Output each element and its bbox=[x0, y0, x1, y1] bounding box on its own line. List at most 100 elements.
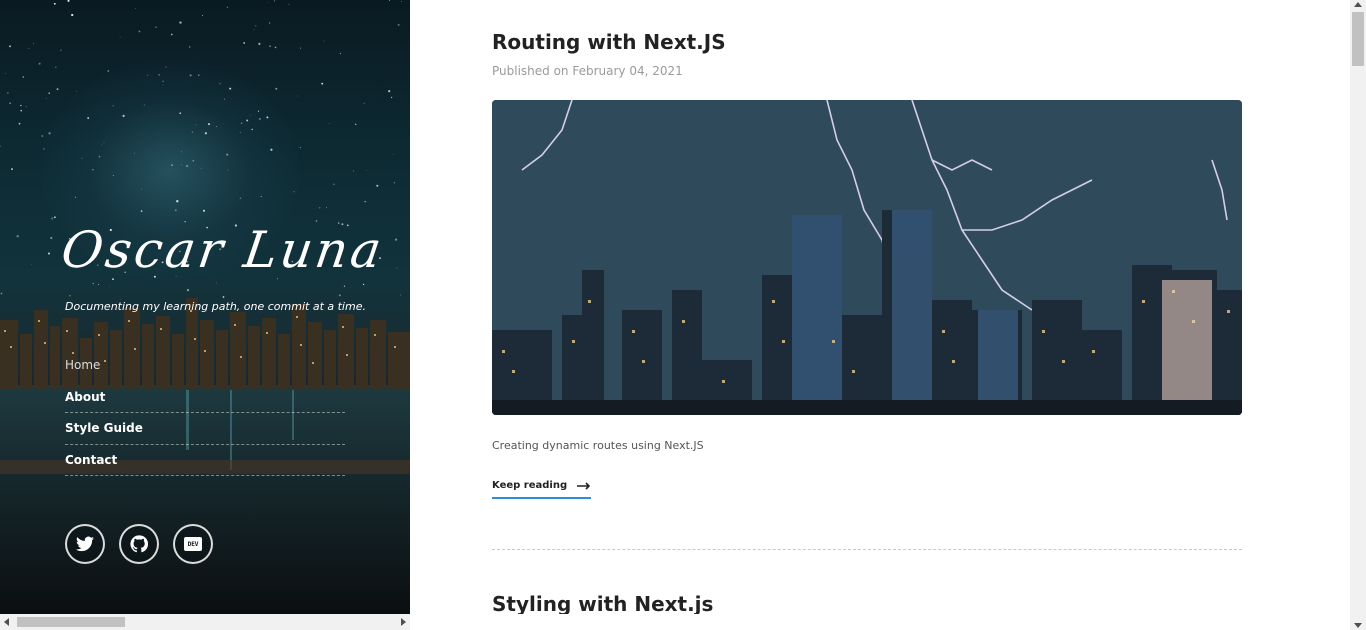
star bbox=[0, 145, 1, 147]
star bbox=[275, 87, 278, 90]
star bbox=[388, 90, 391, 93]
star bbox=[352, 170, 355, 172]
star bbox=[28, 48, 30, 49]
star bbox=[396, 267, 398, 269]
post-card: Routing with Next.JS Published on Februa… bbox=[492, 28, 1242, 499]
star bbox=[258, 42, 261, 46]
main-nav: Home About Style Guide Contact bbox=[65, 350, 345, 476]
twitter-link[interactable] bbox=[65, 524, 105, 564]
star bbox=[300, 47, 301, 49]
nav-item-contact[interactable]: Contact bbox=[65, 445, 345, 476]
star bbox=[41, 135, 44, 137]
star bbox=[216, 126, 217, 127]
star bbox=[364, 200, 366, 203]
nav-item-about[interactable]: About bbox=[65, 382, 345, 413]
star bbox=[255, 25, 257, 27]
star bbox=[219, 83, 221, 85]
star bbox=[339, 52, 342, 55]
star bbox=[140, 210, 143, 212]
star bbox=[176, 200, 179, 203]
star bbox=[390, 96, 393, 99]
star bbox=[179, 21, 182, 24]
scroll-thumb[interactable] bbox=[1352, 12, 1364, 66]
star bbox=[48, 92, 50, 94]
star bbox=[170, 33, 173, 36]
star bbox=[9, 102, 11, 105]
star bbox=[267, 1, 269, 3]
scroll-up-arrow-icon[interactable] bbox=[1354, 2, 1362, 7]
star bbox=[11, 168, 13, 171]
star bbox=[393, 153, 394, 155]
star bbox=[122, 114, 125, 118]
star bbox=[50, 236, 53, 240]
star bbox=[355, 123, 357, 125]
star bbox=[200, 167, 202, 169]
star bbox=[112, 175, 114, 177]
star bbox=[53, 2, 56, 5]
scroll-down-arrow-icon[interactable] bbox=[1354, 623, 1362, 628]
star bbox=[328, 123, 330, 124]
star bbox=[266, 116, 269, 119]
star bbox=[119, 36, 121, 38]
twitter-icon bbox=[76, 536, 94, 552]
star bbox=[55, 66, 57, 68]
site-logo[interactable]: Oscar Luna bbox=[57, 214, 388, 286]
star bbox=[333, 183, 335, 186]
star bbox=[87, 117, 90, 120]
scroll-left-arrow-icon[interactable] bbox=[4, 618, 9, 626]
star bbox=[9, 45, 11, 48]
star bbox=[98, 155, 101, 158]
post-cover-image[interactable] bbox=[492, 100, 1242, 415]
star bbox=[174, 209, 177, 212]
star bbox=[258, 117, 261, 120]
star bbox=[60, 49, 62, 51]
github-icon bbox=[130, 535, 148, 553]
github-link[interactable] bbox=[119, 524, 159, 564]
star bbox=[323, 40, 325, 42]
star bbox=[103, 141, 105, 143]
star bbox=[229, 87, 232, 90]
star bbox=[134, 152, 135, 154]
post-date: Published on February 04, 2021 bbox=[492, 64, 683, 78]
star bbox=[81, 157, 83, 159]
star bbox=[109, 286, 110, 288]
star bbox=[101, 144, 103, 146]
star bbox=[135, 7, 136, 9]
nav-item-home[interactable]: Home bbox=[65, 350, 345, 382]
star bbox=[181, 151, 183, 153]
keep-reading-link[interactable]: Keep reading bbox=[492, 480, 592, 499]
star bbox=[268, 22, 271, 24]
site-tagline: Documenting my learning path, one commit… bbox=[65, 300, 366, 313]
star bbox=[394, 238, 398, 241]
star bbox=[376, 184, 379, 187]
vertical-scrollbar[interactable] bbox=[1350, 0, 1366, 630]
star bbox=[191, 131, 194, 133]
sidebar: Oscar Luna Documenting my learning path,… bbox=[0, 0, 410, 614]
star bbox=[74, 196, 76, 198]
scroll-thumb-horizontal[interactable] bbox=[17, 617, 125, 627]
star bbox=[192, 159, 195, 162]
star bbox=[56, 88, 59, 90]
star bbox=[71, 13, 74, 17]
star bbox=[162, 80, 165, 83]
post-title[interactable]: Routing with Next.JS bbox=[492, 28, 1242, 56]
star bbox=[401, 1, 402, 2]
horizontal-scrollbar[interactable] bbox=[0, 614, 410, 630]
star bbox=[195, 124, 197, 125]
star bbox=[165, 66, 167, 68]
star bbox=[171, 164, 173, 167]
star bbox=[162, 84, 164, 86]
post-title[interactable]: Styling with Next.js bbox=[492, 590, 1242, 614]
star bbox=[198, 74, 200, 76]
star bbox=[239, 131, 241, 133]
arrow-right-icon bbox=[577, 481, 591, 490]
star bbox=[43, 148, 45, 150]
star bbox=[257, 110, 260, 112]
dev-link[interactable]: DEV bbox=[173, 524, 213, 564]
star bbox=[107, 70, 110, 72]
star bbox=[388, 0, 391, 2]
nav-item-style-guide[interactable]: Style Guide bbox=[65, 413, 345, 445]
star bbox=[226, 153, 229, 156]
star bbox=[241, 122, 243, 124]
scroll-right-arrow-icon[interactable] bbox=[401, 618, 406, 626]
